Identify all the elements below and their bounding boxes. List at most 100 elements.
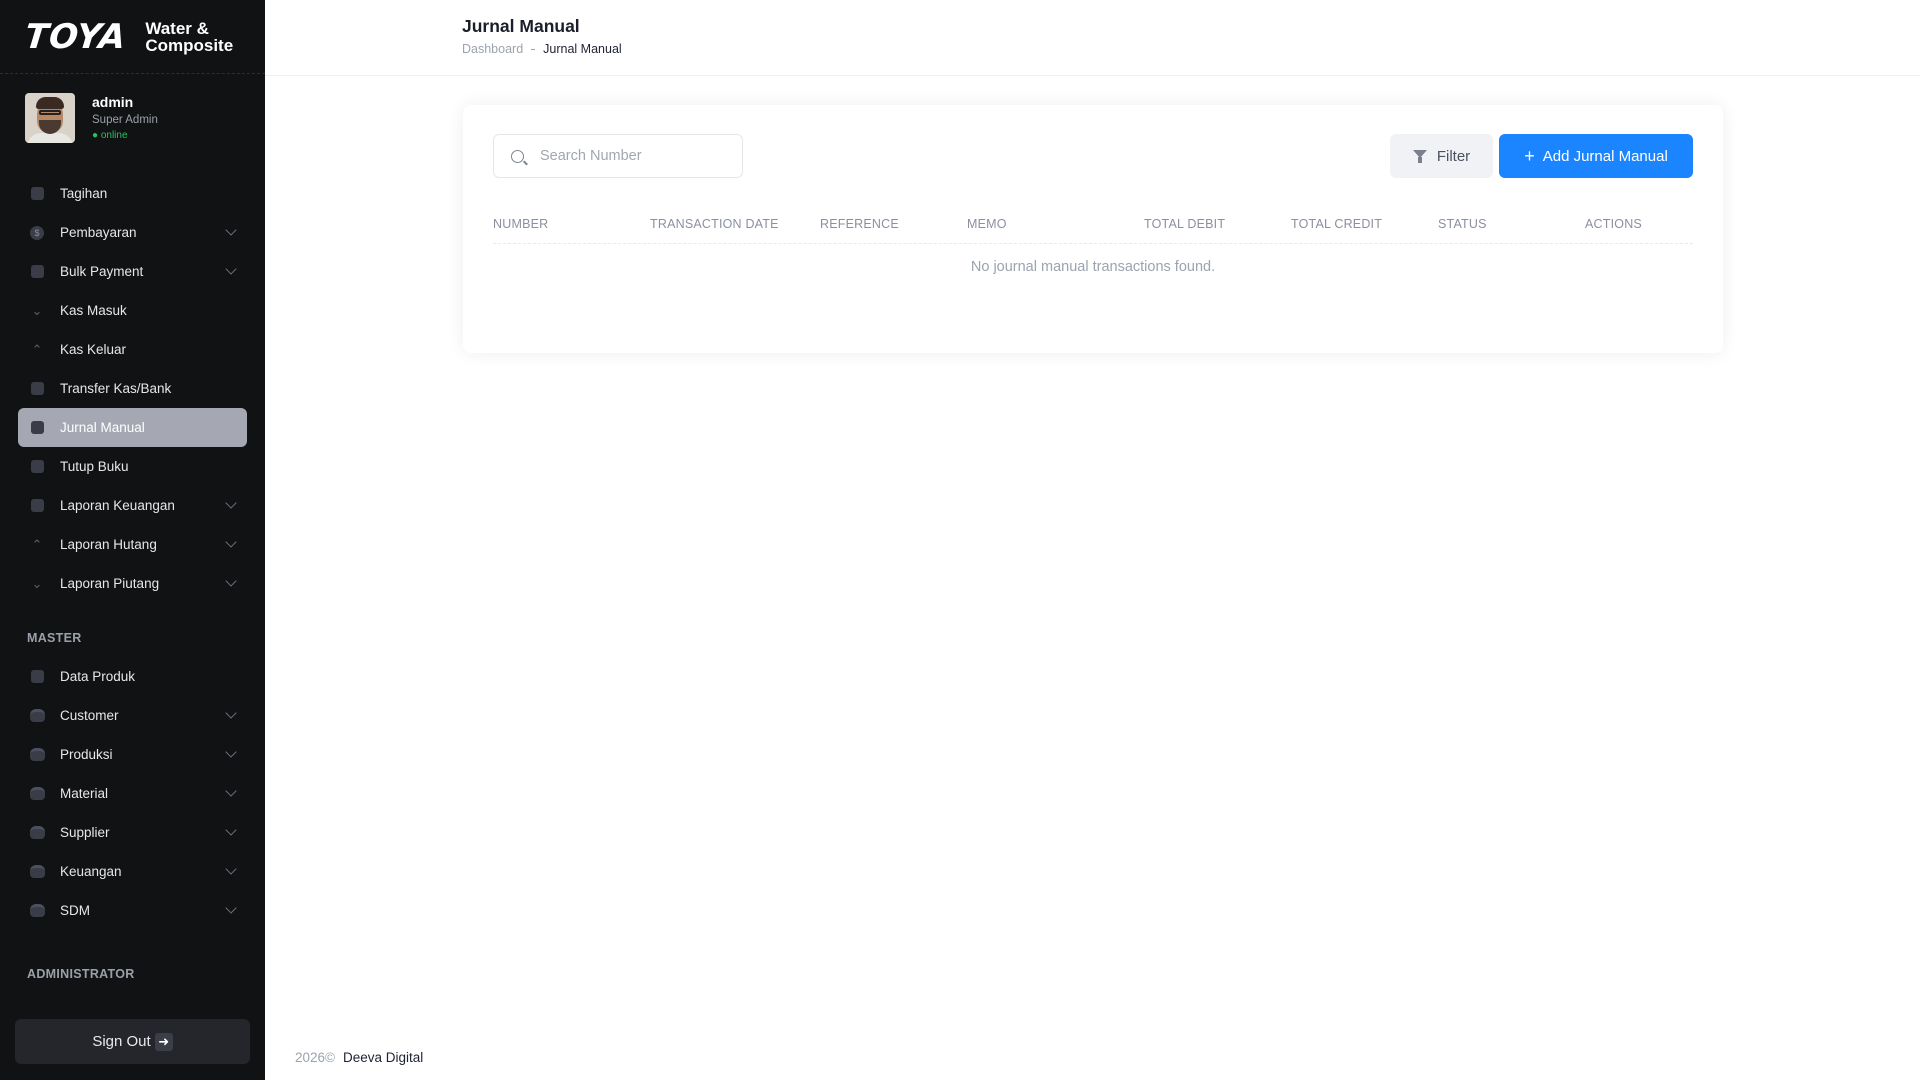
sidebar-item-sdm[interactable]: SDM	[18, 891, 247, 930]
sidebar-item-label: Keuangan	[60, 864, 122, 879]
user-info: admin Super Admin ● online	[92, 93, 158, 141]
sidebar-item-label: Material	[60, 786, 109, 801]
chevron-down-icon	[225, 746, 237, 758]
brand-name: Water & Composite	[145, 20, 245, 54]
user-status: ● online	[92, 130, 128, 141]
arrow-up-icon: ⌃	[31, 536, 43, 552]
search-box[interactable]	[493, 134, 743, 178]
sidebar-item-label: SDM	[60, 903, 90, 918]
calendar-icon	[29, 459, 45, 475]
user-name: admin	[92, 94, 134, 110]
empty-table-message: No journal manual transactions found.	[970, 259, 1216, 275]
sidebar-item-kas-masuk[interactable]: ⌄ Kas Masuk	[18, 291, 247, 330]
database-icon	[29, 786, 45, 802]
sidebar: TOYA Water & Composite admin Super Admin…	[0, 0, 265, 1080]
chevron-down-icon	[225, 497, 237, 509]
sidebar-item-label: Supplier	[60, 825, 110, 840]
chevron-down-icon	[225, 707, 237, 719]
breadcrumb-current: Jurnal Manual	[543, 42, 622, 56]
brand: TOYA Water & Composite	[0, 0, 265, 74]
brand-logo: TOYA	[22, 16, 129, 57]
column-header-actions: ACTIONS	[1585, 217, 1642, 231]
sidebar-item-tagihan[interactable]: Tagihan	[18, 174, 247, 213]
chevron-down-icon	[225, 902, 237, 914]
sidebar-item-bulk-payment[interactable]: Bulk Payment	[18, 252, 247, 291]
sidebar-item-laporan-piutang[interactable]: ⌄ Laporan Piutang	[18, 564, 247, 603]
column-header-status[interactable]: STATUS	[1438, 217, 1487, 231]
chevron-down-icon	[225, 224, 237, 236]
sidebar-item-label: Kas Masuk	[60, 303, 127, 318]
sign-out-label: Sign Out	[92, 1033, 151, 1050]
database-icon	[29, 708, 45, 724]
sidebar-item-label: Tutup Buku	[60, 459, 129, 474]
search-icon	[511, 149, 524, 163]
chevron-down-icon	[225, 824, 237, 836]
sidebar-item-label: Jurnal Manual	[60, 420, 145, 435]
add-jurnal-manual-button[interactable]: + Add Jurnal Manual	[1499, 134, 1693, 178]
database-icon	[29, 864, 45, 880]
sign-out-button[interactable]: Sign Out ➜	[15, 1019, 250, 1064]
sidebar-item-label: Produksi	[60, 747, 113, 762]
sidebar-item-produksi[interactable]: Produksi	[18, 735, 247, 774]
search-input[interactable]	[540, 148, 730, 164]
sidebar-item-keuangan[interactable]: Keuangan	[18, 852, 247, 891]
arrow-up-icon: ⌃	[31, 341, 43, 357]
sidebar-item-data-produk[interactable]: Data Produk	[18, 657, 247, 696]
sidebar-item-customer[interactable]: Customer	[18, 696, 247, 735]
sidebar-item-material[interactable]: Material	[18, 774, 247, 813]
sidebar-item-laporan-keuangan[interactable]: Laporan Keuangan	[18, 486, 247, 525]
sidebar-item-supplier[interactable]: Supplier	[18, 813, 247, 852]
footer-company-link[interactable]: Deeva Digital	[343, 1050, 423, 1065]
chevron-down-icon	[225, 863, 237, 875]
sidebar-item-jurnal-manual[interactable]: Jurnal Manual	[18, 408, 247, 447]
database-icon	[29, 747, 45, 763]
chevron-down-icon	[225, 785, 237, 797]
jurnal-manual-card: Filter + Add Jurnal Manual NUMBER TRANSA…	[463, 105, 1723, 353]
brand-name-line: Water & Composite	[145, 18, 234, 55]
document-icon	[29, 420, 45, 436]
sidebar-item-label: Kas Keluar	[60, 342, 127, 357]
sidebar-item-laporan-hutang[interactable]: ⌃ Laporan Hutang	[18, 525, 247, 564]
column-header-total-debit[interactable]: TOTAL DEBIT	[1144, 217, 1225, 231]
filter-icon	[1412, 149, 1427, 163]
filter-button[interactable]: Filter	[1390, 134, 1493, 178]
dollar-icon: $	[29, 225, 45, 241]
column-header-total-credit[interactable]: TOTAL CREDIT	[1291, 217, 1382, 231]
sidebar-nav-master: Data Produk Customer Produksi Material Suppl…	[0, 657, 265, 930]
sidebar-item-transfer-kas-bank[interactable]: Transfer Kas/Bank	[18, 369, 247, 408]
avatar[interactable]	[25, 93, 75, 143]
chevron-down-icon	[225, 575, 237, 587]
breadcrumb-dashboard[interactable]: Dashboard	[462, 42, 523, 56]
table-header: NUMBER TRANSACTION DATE REFERENCE MEMO T…	[493, 204, 1693, 244]
sidebar-item-tutup-buku[interactable]: Tutup Buku	[18, 447, 247, 486]
sidebar-item-pembayaran[interactable]: $ Pembayaran	[18, 213, 247, 252]
column-header-memo[interactable]: MEMO	[967, 217, 1007, 231]
column-header-reference[interactable]: REFERENCE	[820, 217, 899, 231]
sidebar-item-label: Laporan Keuangan	[60, 498, 175, 513]
sidebar-nav-main: Tagihan $ Pembayaran Bulk Payment ⌄ Kas Masuk…	[0, 174, 265, 603]
breadcrumb-separator	[531, 48, 536, 50]
footer: 2026© Deeva Digital	[295, 1050, 423, 1065]
database-icon	[29, 903, 45, 919]
user-profile: admin Super Admin ● online	[0, 74, 265, 174]
sign-out-icon: ➜	[154, 1032, 173, 1051]
sidebar-item-label: Pembayaran	[60, 225, 137, 240]
transfer-icon	[29, 381, 45, 397]
sidebar-item-kas-keluar[interactable]: ⌃ Kas Keluar	[18, 330, 247, 369]
add-jurnal-manual-label: Add Jurnal Manual	[1542, 147, 1668, 165]
section-title-administrator: ADMINISTRATOR	[27, 967, 135, 981]
filter-label: Filter	[1436, 147, 1471, 165]
page-title: Jurnal Manual	[462, 16, 580, 36]
section-title-master: MASTER	[27, 631, 82, 645]
wallet-icon	[29, 264, 45, 280]
chevron-down-icon	[225, 263, 237, 275]
sidebar-item-label: Data Produk	[60, 669, 136, 684]
arrow-down-icon: ⌄	[31, 302, 43, 318]
column-header-number[interactable]: NUMBER	[493, 217, 548, 231]
user-role: Super Admin	[92, 114, 158, 126]
page-header: Jurnal Manual Dashboard Jurnal Manual	[265, 0, 1920, 76]
column-header-transaction-date[interactable]: TRANSACTION DATE	[650, 217, 779, 231]
document-icon	[29, 186, 45, 202]
footer-year: 2026©	[295, 1050, 335, 1065]
chart-icon	[29, 498, 45, 514]
